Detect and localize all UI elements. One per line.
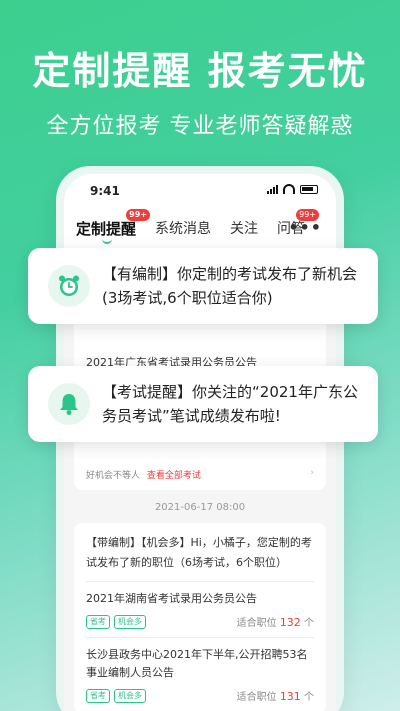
tab-system-messages[interactable]: 系统消息 xyxy=(155,218,211,238)
tag: 省考 xyxy=(86,615,110,629)
divider xyxy=(86,581,314,582)
tab-label: 系统消息 xyxy=(155,221,212,237)
tab-custom-reminder[interactable]: 定制提醒 99+ xyxy=(76,208,151,244)
more-icon[interactable]: ••• xyxy=(288,218,322,237)
position-count: 适合职位 131 个 xyxy=(236,690,314,703)
headline: 定制提醒 报考无忧 xyxy=(32,49,368,93)
list-item-meta: 省考 机会多 适合职位 132 个 xyxy=(86,614,314,629)
bell-icon xyxy=(48,383,90,425)
footer-text: 好机会不等人 xyxy=(86,471,141,481)
wifi-icon xyxy=(283,184,295,194)
position-count: 适合职位 132 个 xyxy=(236,616,314,629)
timestamp: 2021-06-17 08:00 xyxy=(154,502,246,513)
status-icons xyxy=(267,184,318,194)
tab-active-indicator xyxy=(102,239,112,244)
list-item[interactable]: 长沙县政务中心2021年下半年,公开招聘53名事业编制人员公告 省考 机会多 适合… xyxy=(86,646,314,703)
tab-label: 关注 xyxy=(230,221,259,237)
list-item[interactable]: 2021年湖南省考试录用公务员公告 省考 机会多 适合职位 132 个 xyxy=(86,590,314,629)
view-all-link[interactable]: 查看全部考试 xyxy=(147,471,201,481)
status-time: 9:41 xyxy=(90,184,120,198)
tab-label: 定制提醒 xyxy=(76,219,137,238)
list-item-title: 2021年湖南省考试录用公务员公告 xyxy=(86,592,257,605)
tag: 机会多 xyxy=(114,615,146,629)
badge: 99+ xyxy=(126,208,151,221)
notification-card[interactable]: 【有编制】你定制的考试发布了新机会(3场考试,6个职位适合你) xyxy=(28,248,378,324)
tab-following[interactable]: 关注 xyxy=(230,218,258,238)
tag: 省考 xyxy=(86,689,110,703)
message-title: 【带编制】【机会多】Hi，小橘子，您定制的考试发布了新的职位（6场考试，6个职位… xyxy=(86,536,312,569)
status-bar: 9:41 xyxy=(64,174,336,208)
notification-card[interactable]: 【考试提醒】你关注的“2021年广东公务员考试”笔试成绩发布啦! xyxy=(28,366,378,442)
list-item-title: 长沙县政务中心2021年下半年,公开招聘53名事业编制人员公告 xyxy=(86,648,308,679)
tag: 机会多 xyxy=(114,689,146,703)
subline: 全方位报考 专业老师答疑解惑 xyxy=(46,114,354,139)
footer-row[interactable]: 好机会不等人 查看全部考试 › xyxy=(86,468,314,481)
notification-text: 【有编制】你定制的考试发布了新机会(3场考试,6个职位适合你) xyxy=(102,265,358,307)
alarm-clock-icon xyxy=(48,265,90,307)
tab-bar: 定制提醒 99+ 系统消息 关注 问答 99+ ••• xyxy=(64,208,336,248)
divider xyxy=(86,637,314,638)
list-item-meta: 省考 机会多 适合职位 131 个 xyxy=(86,688,314,703)
notification-text: 【考试提醒】你关注的“2021年广东公务员考试”笔试成绩发布啦! xyxy=(102,383,358,425)
signal-icon xyxy=(267,184,278,194)
chevron-right-icon: › xyxy=(310,468,314,478)
battery-icon xyxy=(300,184,318,194)
message-card[interactable]: 【带编制】【机会多】Hi，小橘子，您定制的考试发布了新的职位（6场考试，6个职位… xyxy=(74,523,326,711)
